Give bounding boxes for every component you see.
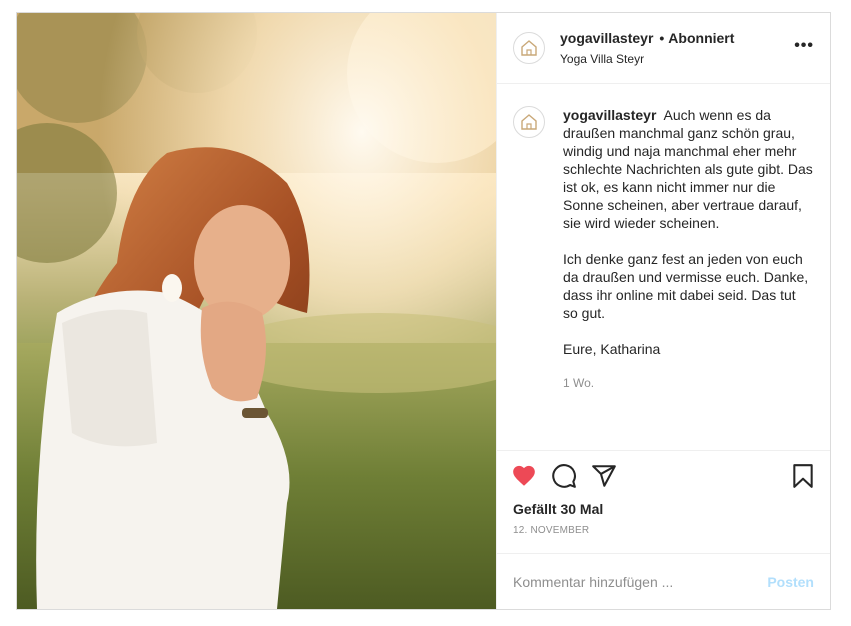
caption-avatar[interactable]: [513, 106, 545, 138]
caption: yogavillasteyr Auch wenn es da draußen m…: [563, 106, 813, 450]
post-card: yogavillasteyr • Abonniert Yoga Villa St…: [16, 12, 831, 610]
follow-status[interactable]: Abonniert: [668, 30, 734, 46]
caption-paragraph: yogavillasteyr Auch wenn es da draußen m…: [563, 106, 813, 232]
caption-timestamp[interactable]: 1 Wo.: [563, 374, 813, 392]
post-details-panel: yogavillasteyr • Abonniert Yoga Villa St…: [496, 13, 830, 609]
caption-signature: Eure, Katharina: [563, 341, 661, 357]
caption-paragraph-1: Auch wenn es da draußen manchmal ganz sc…: [563, 107, 813, 231]
post-comment-button[interactable]: Posten: [767, 574, 814, 590]
caption-username[interactable]: yogavillasteyr: [563, 107, 656, 123]
avatar[interactable]: [513, 32, 545, 64]
caption-paragraph-2: Ich denke ganz fest an jeden von euch da…: [563, 251, 809, 321]
heart-filled-icon[interactable]: [511, 463, 537, 489]
comments-area: yogavillasteyr Auch wenn es da draußen m…: [497, 84, 830, 450]
separator-dot: •: [659, 30, 665, 46]
header-line: yogavillasteyr • Abonniert: [560, 30, 734, 46]
header-text: yogavillasteyr • Abonniert Yoga Villa St…: [560, 30, 734, 66]
comment-icon[interactable]: [551, 463, 577, 489]
post-date[interactable]: 12. NOVEMBER: [497, 523, 830, 553]
post-header: yogavillasteyr • Abonniert Yoga Villa St…: [497, 13, 830, 84]
more-options-icon[interactable]: •••: [794, 37, 814, 55]
bookmark-icon[interactable]: [790, 463, 816, 489]
caption-text: yogavillasteyr Auch wenn es da draußen m…: [563, 106, 813, 358]
action-bar: [497, 450, 830, 500]
header-username[interactable]: yogavillasteyr: [560, 30, 653, 46]
house-logo-icon: [521, 40, 537, 56]
send-icon[interactable]: [591, 463, 617, 489]
like-count[interactable]: Gefällt 30 Mal: [497, 500, 830, 520]
house-logo-icon: [521, 114, 537, 130]
photo-image: [17, 13, 496, 609]
comment-input[interactable]: [513, 573, 768, 590]
post-photo[interactable]: [17, 13, 496, 609]
header-location[interactable]: Yoga Villa Steyr: [560, 52, 734, 66]
add-comment-bar: Posten: [497, 553, 830, 609]
